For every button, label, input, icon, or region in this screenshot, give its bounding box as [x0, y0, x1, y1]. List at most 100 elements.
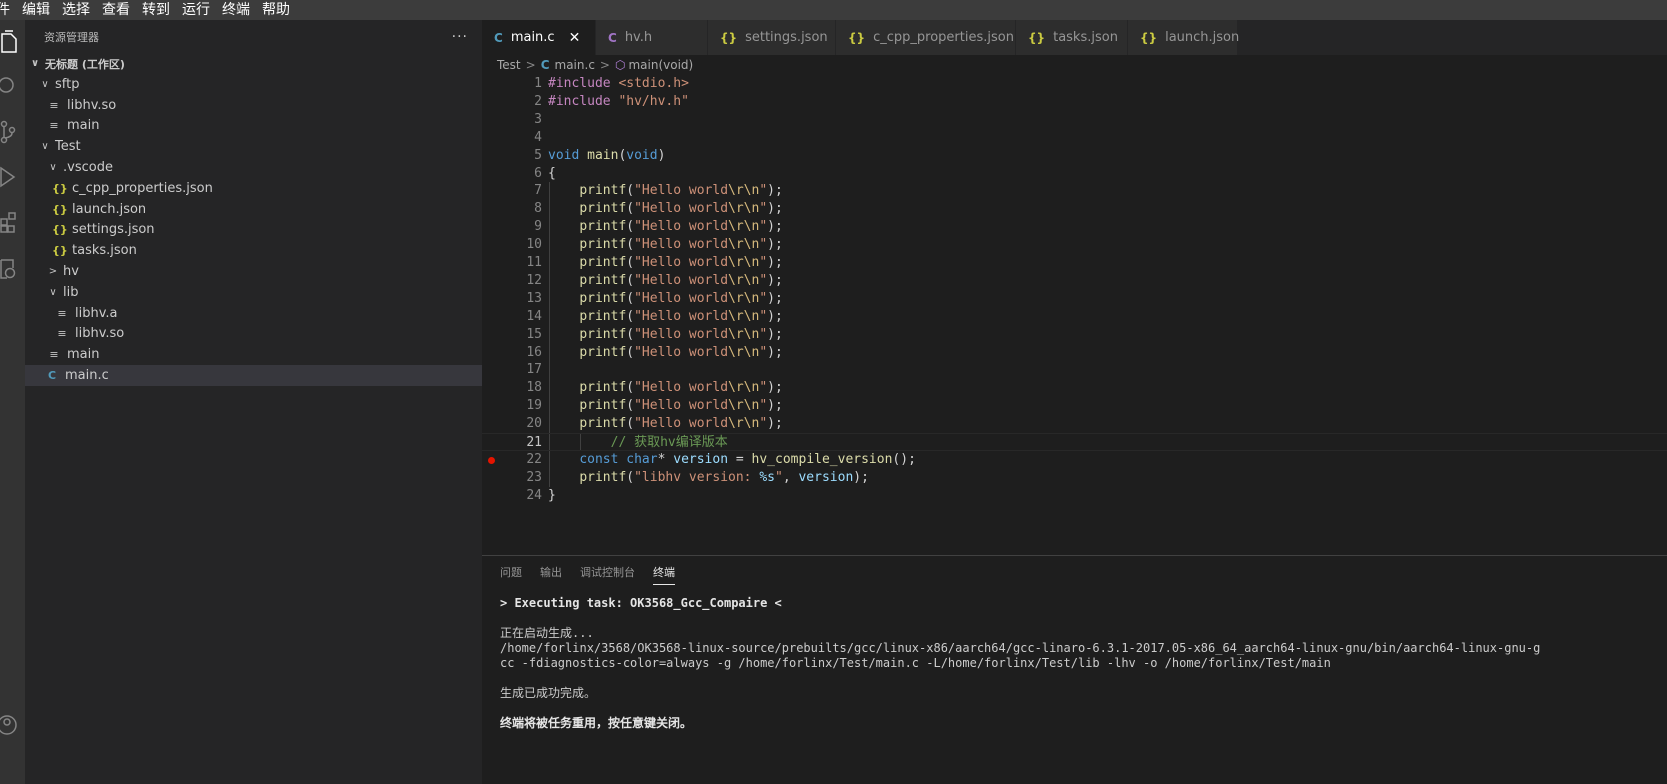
code-line[interactable]: 23 printf("libhv version: %s", version);: [482, 469, 1667, 487]
menu-item[interactable]: 终端: [216, 0, 256, 20]
tree-file[interactable]: ≡ libhv.a: [25, 303, 482, 324]
menu-item[interactable]: 运行: [176, 0, 216, 20]
line-number: 11: [526, 255, 542, 270]
tab-problems[interactable]: 问题: [500, 560, 522, 584]
tab-hv-h[interactable]: Chv.h: [596, 20, 708, 55]
search-icon[interactable]: [0, 75, 18, 97]
code-token: );: [767, 326, 783, 342]
tree-file[interactable]: ≡ libhv.so: [25, 95, 482, 116]
code-line[interactable]: 2 #include "hv/hv.h": [482, 93, 1667, 111]
tab-launch-json[interactable]: {} launch.json: [1128, 20, 1239, 55]
code-line[interactable]: 8 printf("Hello world\r\n");: [482, 200, 1667, 218]
tree-folder[interactable]: ∨ lib: [25, 282, 482, 303]
tree-file[interactable]: {} tasks.json: [25, 240, 482, 261]
code-token: #include: [548, 93, 619, 109]
explorer-icon[interactable]: [0, 30, 18, 53]
tree-file[interactable]: {} c_cpp_properties.json: [25, 178, 482, 199]
tree-folder[interactable]: > hv: [25, 261, 482, 282]
line-number: 23: [526, 469, 542, 485]
code-line[interactable]: 10 printf("Hello world\r\n");: [482, 236, 1667, 254]
code-token: "Hello world: [634, 380, 729, 396]
tree-file[interactable]: {} settings.json: [25, 219, 482, 240]
code-token: "Hello world: [634, 237, 729, 253]
tab-settings-json[interactable]: {} settings.json: [708, 20, 836, 55]
more-actions-icon[interactable]: ···: [452, 29, 468, 45]
menu-item[interactable]: 件: [0, 0, 16, 20]
code-text: printf("Hello world\r\n");: [548, 290, 783, 308]
code-line[interactable]: 20 printf("Hello world\r\n");: [482, 415, 1667, 433]
code-token: printf: [579, 416, 627, 432]
code-line[interactable]: 9 printf("Hello world\r\n");: [482, 218, 1667, 236]
json-file-icon: {}: [52, 244, 68, 258]
code-line[interactable]: 6{: [482, 165, 1667, 183]
code-line[interactable]: 1 #include <stdio.h>: [482, 75, 1667, 93]
tab-main-c[interactable]: Cmain.c ✕: [482, 20, 596, 55]
line-number: 24: [526, 487, 542, 503]
tab-tasks-json[interactable]: {} tasks.json: [1016, 20, 1128, 55]
code-token: *: [657, 451, 674, 467]
code-line[interactable]: 17: [482, 361, 1667, 379]
line-number: 13: [526, 290, 542, 306]
tree-file[interactable]: ≡ libhv.so: [25, 323, 482, 344]
tree-folder[interactable]: ∨ Test: [25, 136, 482, 157]
code-token: (: [626, 326, 635, 342]
code-line[interactable]: 15 printf("Hello world\r\n");: [482, 326, 1667, 344]
code-token: (: [626, 201, 635, 217]
menu-item[interactable]: 转到: [136, 0, 176, 20]
code-line[interactable]: 3: [482, 111, 1667, 129]
tab-c-cpp-properties-json[interactable]: {} c_cpp_properties.json: [836, 20, 1016, 55]
run-debug-icon[interactable]: [0, 165, 18, 188]
menu-item[interactable]: 查看: [96, 0, 136, 20]
code-token: "Hello world: [634, 201, 729, 217]
tree-file[interactable]: Cmain.c: [25, 365, 482, 386]
breadcrumb-separator: >: [599, 58, 610, 72]
code-line[interactable]: 22 const char* version = hv_compile_vers…: [482, 451, 1667, 469]
menu-item[interactable]: 帮助: [256, 0, 296, 20]
tree-file[interactable]: ≡ main: [25, 344, 482, 365]
code-token: );: [767, 344, 783, 360]
tree-folder[interactable]: ∨ sftp: [25, 74, 482, 95]
tab-output[interactable]: 输出: [540, 560, 562, 584]
code-text: printf("Hello world\r\n");: [548, 415, 783, 433]
code-line[interactable]: 16 printf("Hello world\r\n");: [482, 344, 1667, 362]
code-line[interactable]: 12 printf("Hello world\r\n");: [482, 272, 1667, 290]
code-line[interactable]: 11 printf("Hello world\r\n");: [482, 254, 1667, 272]
source-control-icon[interactable]: [0, 120, 18, 144]
extensions-icon[interactable]: [0, 210, 18, 233]
code-line[interactable]: 13 printf("Hello world\r\n");: [482, 290, 1667, 308]
menu-item[interactable]: 选择: [56, 0, 96, 20]
tree-folder[interactable]: ∨ .vscode: [25, 157, 482, 178]
breadcrumb-file[interactable]: main.c: [555, 58, 595, 72]
code-editor[interactable]: 1 #include <stdio.h> 2 #include "hv/hv.h" 3 4…: [482, 75, 1667, 555]
terminal-output[interactable]: > Executing task: OK3568_Gcc_Compaire < …: [500, 596, 1660, 731]
account-icon[interactable]: [0, 713, 18, 735]
tree-file[interactable]: ≡ main: [25, 115, 482, 136]
close-icon[interactable]: ✕: [569, 30, 581, 46]
json-file-icon: {}: [52, 181, 68, 195]
menu-item[interactable]: 编辑: [16, 0, 56, 20]
code-token: \r\n: [728, 237, 760, 253]
tab-label: tasks.json: [1053, 30, 1118, 45]
code-line[interactable]: 14 printf("Hello world\r\n");: [482, 308, 1667, 326]
code-line[interactable]: 24}: [482, 487, 1667, 505]
code-line[interactable]: 18 printf("Hello world\r\n");: [482, 379, 1667, 397]
code-line[interactable]: 19 printf("Hello world\r\n");: [482, 397, 1667, 415]
code-line[interactable]: 7 printf("Hello world\r\n");: [482, 182, 1667, 200]
code-token: (: [626, 237, 635, 253]
code-line[interactable]: 21 // 获取hv编译版本: [482, 433, 1667, 451]
tab-terminal[interactable]: 终端: [653, 560, 675, 585]
code-token: );: [767, 255, 783, 270]
code-token: \r\n: [728, 183, 760, 199]
tree-file[interactable]: {} launch.json: [25, 199, 482, 220]
breadcrumb-folder[interactable]: Test: [497, 58, 521, 72]
code-line[interactable]: 5 void main(void): [482, 147, 1667, 165]
tab-debug-console[interactable]: 调试控制台: [580, 560, 635, 584]
remote-explorer-icon[interactable]: [0, 257, 18, 279]
tree-folder[interactable]: ∨ 无标题 (工作区): [25, 53, 482, 74]
breadcrumb-symbol[interactable]: main(void): [628, 58, 693, 72]
code-line[interactable]: 4: [482, 129, 1667, 147]
code-token: ": [759, 201, 768, 217]
activity-bar: [0, 20, 25, 784]
